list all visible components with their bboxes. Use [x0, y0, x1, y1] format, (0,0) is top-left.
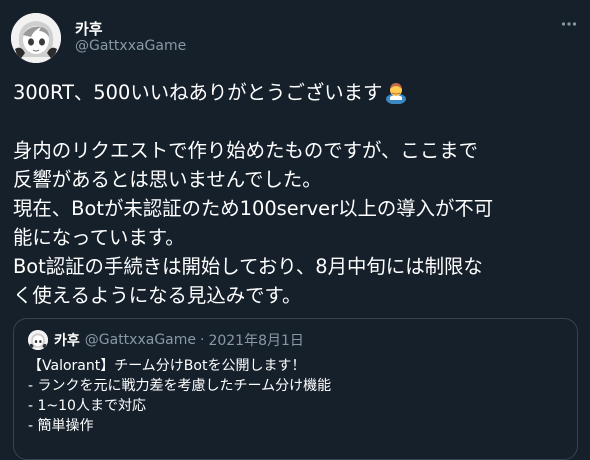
quoted-line: - ランクを元に戦力差を考慮したチーム分け機能: [28, 378, 332, 394]
anime-avatar-icon: [28, 330, 48, 350]
quoted-tweet-card[interactable]: 카후 @GattxxaGame · 2021年8月1日 【Valorant】チー…: [13, 318, 578, 460]
quoted-line: - 1~10人まで対応: [28, 398, 146, 414]
more-horizontal-icon: [561, 22, 577, 26]
quoted-tweet-header: 카후 @GattxxaGame · 2021年8月1日: [28, 330, 304, 350]
quoted-handle: @GattxxaGame: [84, 332, 196, 348]
avatar[interactable]: [11, 13, 61, 63]
tweet-line: 300RT、500いいねありがとうございます: [13, 78, 578, 107]
author-display-name[interactable]: 카후: [75, 18, 103, 39]
tweet-line: [13, 107, 578, 136]
tweet-line-text: 300RT、500いいねありがとうございます: [13, 81, 383, 104]
quoted-tweet-text: 【Valorant】チーム分けBotを公開します！ - ランクを元に戦力差を考慮…: [28, 356, 568, 436]
tweet-line: 身内のリクエストで作り始めたものですが、ここまで: [13, 139, 478, 162]
tweet-line: 能になっています。: [13, 226, 185, 249]
separator-dot: ·: [200, 332, 205, 348]
tweet-line: く使えるようになる見込みです。: [13, 284, 302, 307]
bowing-person-emoji: [384, 80, 408, 105]
tweet-text: 300RT、500いいねありがとうございます 身内のリクエストで作り始めたもので…: [13, 78, 578, 310]
tweet-line: 反響があるとは思いませんでした。: [13, 168, 322, 191]
quoted-display-name: 카후: [54, 333, 80, 349]
quoted-line: 【Valorant】チーム分けBotを公開します！: [28, 358, 306, 374]
tweet-line: Bot認証の手続きは開始しており、8月中旬には制限な: [13, 255, 483, 278]
quoted-avatar: [28, 330, 48, 350]
author-handle[interactable]: @GattxxaGame: [75, 38, 186, 54]
quoted-line: - 簡単操作: [28, 418, 94, 434]
anime-avatar-icon: [11, 13, 61, 63]
tweet-line: 現在、Botが未認証のため100server以上の導入が不可: [13, 197, 494, 220]
more-options-button[interactable]: [559, 14, 579, 34]
quoted-date[interactable]: 2021年8月1日: [208, 330, 303, 350]
